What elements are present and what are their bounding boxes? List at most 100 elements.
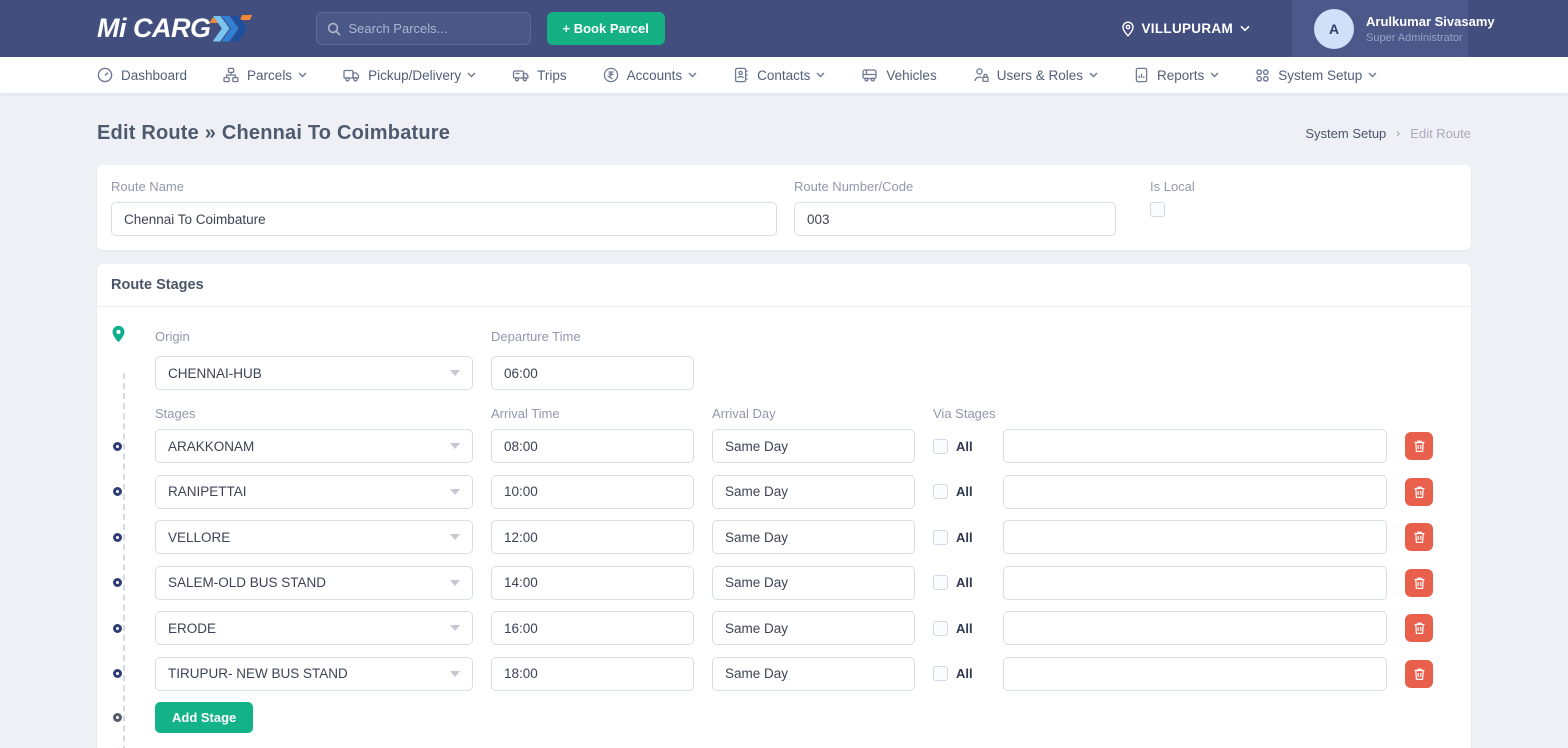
stage-select[interactable]: ERODE bbox=[155, 611, 473, 645]
is-local-checkbox[interactable] bbox=[1150, 202, 1165, 217]
nav-item-reports[interactable]: Reports bbox=[1134, 67, 1219, 83]
user-name: Arulkumar Sivasamy bbox=[1366, 13, 1495, 29]
select-caret-icon bbox=[450, 534, 460, 540]
nav-item-pickup-delivery[interactable]: Pickup/Delivery bbox=[343, 67, 476, 83]
arrival-day-input[interactable] bbox=[712, 474, 915, 509]
trash-icon bbox=[1414, 531, 1424, 543]
route-name-input[interactable] bbox=[111, 202, 777, 236]
user-role: Super Administrator bbox=[1366, 31, 1463, 44]
add-stage-button[interactable]: Add Stage bbox=[155, 702, 254, 733]
arrival-time-input[interactable] bbox=[491, 611, 694, 645]
nav-item-system-setup[interactable]: System Setup bbox=[1255, 68, 1377, 83]
route-code-input[interactable] bbox=[794, 202, 1116, 236]
stage-row: ARAKKONAM All bbox=[111, 429, 1457, 463]
nav-item-vehicles[interactable]: Vehicles bbox=[861, 67, 937, 83]
stage-select[interactable]: RANIPETTAI bbox=[155, 474, 473, 509]
departure-time-input[interactable] bbox=[491, 356, 694, 390]
stage-select[interactable]: SALEM-OLD BUS STAND bbox=[155, 565, 473, 600]
nav-item-parcels[interactable]: Parcels bbox=[223, 67, 307, 83]
chevron-down-icon bbox=[1240, 25, 1250, 32]
micargo-logo[interactable]: Mi CARG bbox=[97, 13, 252, 44]
delete-stage-button[interactable] bbox=[1405, 568, 1433, 597]
chevron-down-icon bbox=[467, 72, 476, 78]
stage-select[interactable]: TIRUPUR- NEW BUS STAND bbox=[155, 656, 473, 691]
book-parcel-button[interactable]: + Book Parcel bbox=[546, 12, 665, 45]
via-stages-input[interactable] bbox=[1003, 656, 1387, 691]
is-local-label: Is Local bbox=[1150, 179, 1195, 194]
arrival-time-input[interactable] bbox=[491, 429, 694, 463]
stage-row: SALEM-OLD BUS STAND All bbox=[111, 565, 1457, 600]
arrival-time-input[interactable] bbox=[491, 656, 694, 691]
stage-select[interactable]: ARAKKONAM bbox=[155, 429, 473, 463]
chevron-down-icon bbox=[298, 72, 307, 78]
nav-item-users-roles[interactable]: Users & Roles bbox=[973, 67, 1098, 83]
via-stages-input[interactable] bbox=[1003, 429, 1387, 463]
delete-stage-button[interactable] bbox=[1405, 659, 1433, 688]
delete-stage-button[interactable] bbox=[1405, 477, 1433, 506]
report-document-icon bbox=[1135, 67, 1148, 83]
via-all-checkbox[interactable] bbox=[933, 666, 948, 681]
contacts-book-icon bbox=[735, 67, 748, 83]
main-nav: Dashboard Parcels Pickup/Delivery Trips … bbox=[0, 57, 1568, 94]
trips-truck-icon bbox=[512, 70, 529, 82]
branch-location-selector[interactable]: VILLUPURAM bbox=[1121, 20, 1251, 37]
via-stages-input[interactable] bbox=[1003, 611, 1387, 645]
select-caret-icon bbox=[450, 488, 460, 495]
arrival-time-input[interactable] bbox=[491, 520, 694, 554]
search-icon bbox=[327, 22, 341, 36]
trash-icon bbox=[1414, 440, 1424, 452]
chevron-down-icon bbox=[1368, 72, 1377, 78]
via-stages-input[interactable] bbox=[1003, 565, 1387, 600]
stage-row: VELLORE All bbox=[111, 520, 1457, 554]
delete-stage-button[interactable] bbox=[1405, 614, 1433, 642]
stage-bullet-icon bbox=[113, 487, 122, 496]
select-caret-icon bbox=[450, 625, 460, 631]
arrival-day-input[interactable] bbox=[712, 520, 915, 554]
trash-icon bbox=[1414, 622, 1424, 634]
via-all-checkbox[interactable] bbox=[933, 438, 948, 454]
breadcrumb-edit-route: Edit Route bbox=[1410, 125, 1471, 141]
origin-select[interactable]: CHENNAI-HUB bbox=[155, 356, 473, 390]
stage-row: TIRUPUR- NEW BUS STAND All bbox=[111, 656, 1457, 691]
arrival-time-input[interactable] bbox=[491, 565, 694, 600]
via-stages-input[interactable] bbox=[1003, 474, 1387, 509]
chevron-down-icon bbox=[816, 72, 825, 78]
via-all-checkbox[interactable] bbox=[933, 575, 948, 590]
stage-select[interactable]: VELLORE bbox=[155, 520, 473, 554]
add-stage-bullet-icon bbox=[113, 713, 122, 722]
chevron-down-icon bbox=[1089, 72, 1098, 78]
route-name-label: Route Name bbox=[111, 179, 184, 194]
grid-icon bbox=[1256, 68, 1269, 82]
via-all-checkbox[interactable] bbox=[933, 620, 948, 636]
parcel-search[interactable] bbox=[315, 12, 531, 45]
delete-stage-button[interactable] bbox=[1405, 523, 1433, 551]
user-lock-icon bbox=[974, 68, 989, 83]
arrival-day-input[interactable] bbox=[712, 565, 915, 600]
chevron-down-icon bbox=[1210, 72, 1219, 78]
departure-time-label: Departure Time bbox=[491, 329, 581, 344]
arrival-day-column-label: Arrival Day bbox=[712, 406, 776, 421]
via-all-checkbox[interactable] bbox=[933, 529, 948, 545]
search-input[interactable] bbox=[348, 21, 520, 36]
arrival-day-input[interactable] bbox=[712, 656, 915, 691]
stage-row: ERODE All bbox=[111, 611, 1457, 645]
nav-item-dashboard[interactable]: Dashboard bbox=[97, 67, 187, 83]
user-menu[interactable]: A Arulkumar Sivasamy Super Administrator bbox=[1292, 0, 1495, 57]
origin-label: Origin bbox=[155, 329, 190, 344]
nav-item-contacts[interactable]: Contacts bbox=[733, 67, 825, 83]
route-info-card: Route Name Route Number/Code Is Local bbox=[97, 165, 1471, 250]
nav-item-trips[interactable]: Trips bbox=[512, 67, 567, 83]
arrival-day-input[interactable] bbox=[712, 429, 915, 463]
breadcrumb-system-setup[interactable]: System Setup bbox=[1305, 126, 1386, 141]
via-stages-input[interactable] bbox=[1003, 520, 1387, 554]
via-all-checkbox[interactable] bbox=[933, 484, 948, 499]
arrival-day-input[interactable] bbox=[712, 611, 915, 645]
delete-stage-button[interactable] bbox=[1405, 432, 1433, 460]
nav-item-accounts[interactable]: Accounts bbox=[603, 67, 698, 83]
origin-pin-icon bbox=[111, 325, 126, 348]
select-caret-icon bbox=[450, 443, 460, 449]
breadcrumb: System Setup › Edit Route bbox=[1305, 126, 1471, 141]
arrival-time-input[interactable] bbox=[491, 474, 694, 509]
page-title: Edit Route » Chennai To Coimbature bbox=[97, 121, 451, 144]
logo-text: Mi CARG bbox=[97, 13, 211, 43]
